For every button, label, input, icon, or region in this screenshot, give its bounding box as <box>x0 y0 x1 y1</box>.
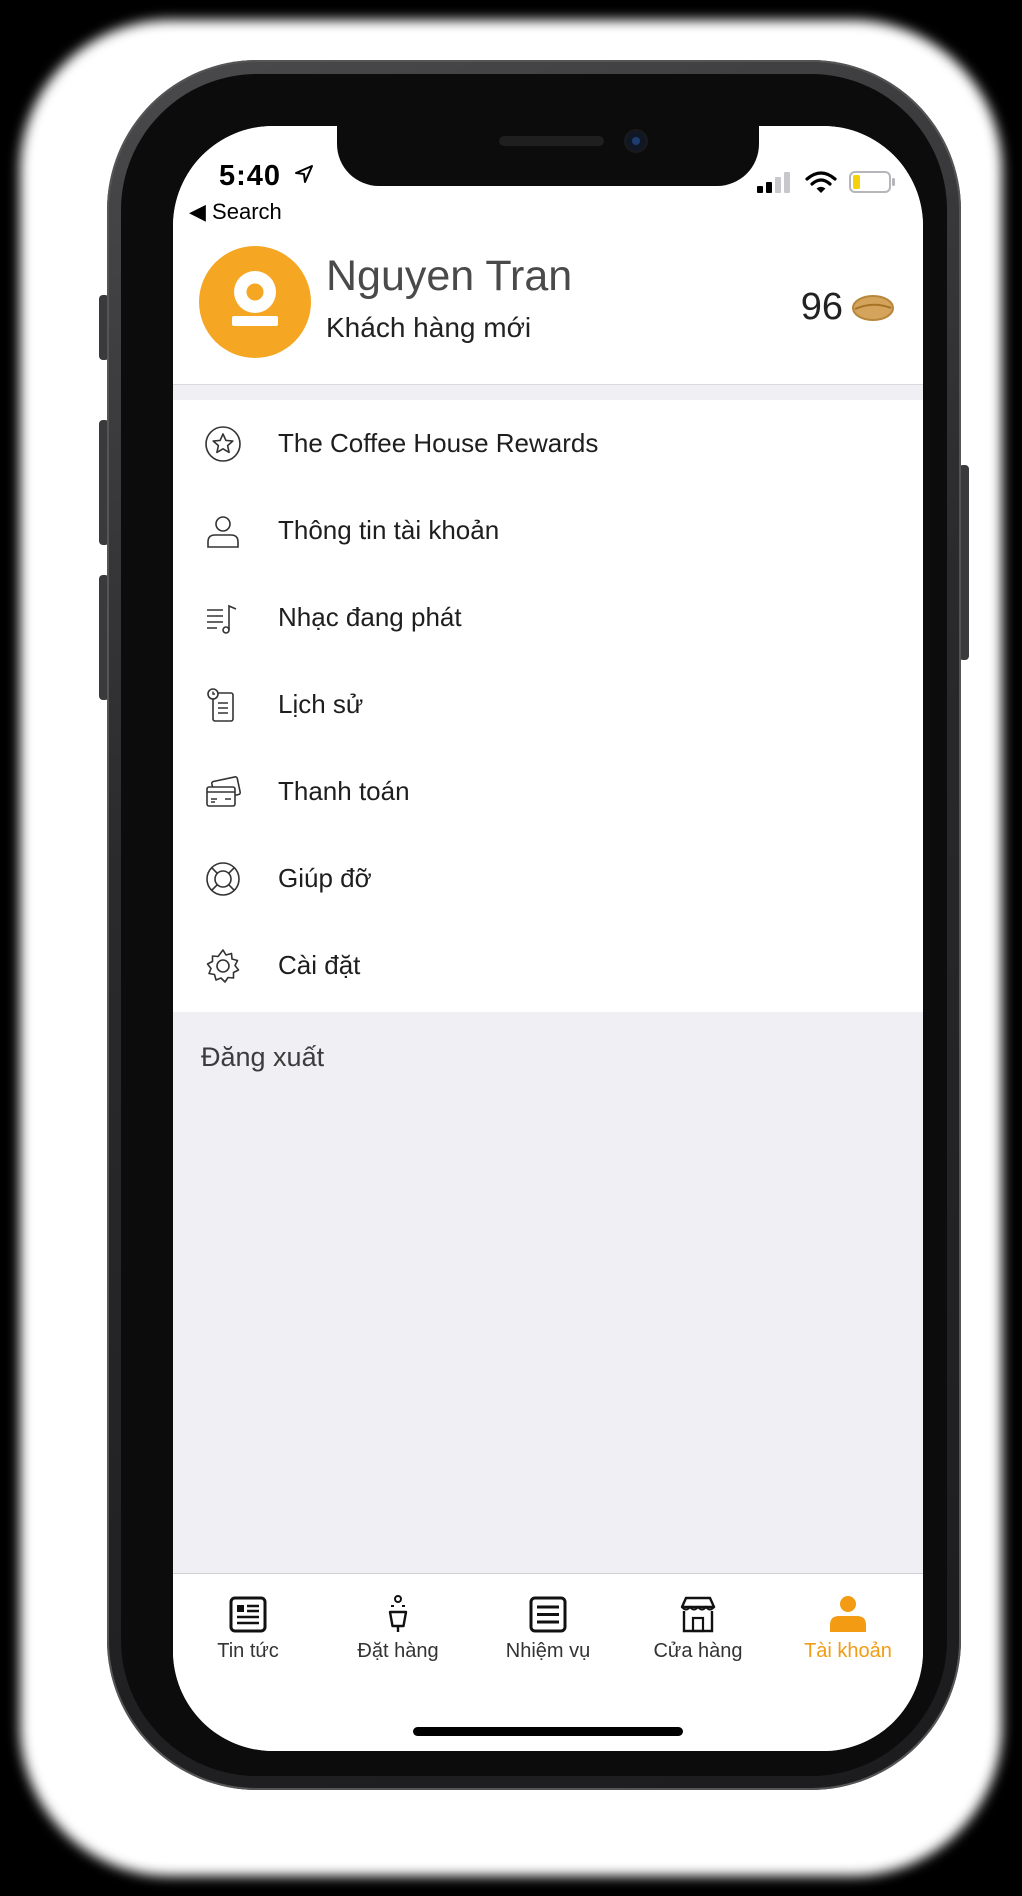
bean-balance[interactable]: 96 <box>801 286 895 329</box>
tab-account[interactable]: Tài khoản <box>773 1594 923 1674</box>
menu-item-label: The Coffee House Rewards <box>278 428 599 458</box>
gear-icon <box>206 948 240 983</box>
payment-card-icon <box>206 775 242 807</box>
menu-item-now-playing[interactable]: Nhạc đang phát <box>173 574 923 661</box>
battery-icon <box>849 171 895 193</box>
profile-name: Nguyen Tran <box>326 252 573 300</box>
wifi-icon <box>805 171 837 193</box>
coffee-bean-icon <box>852 294 894 321</box>
bean-count: 96 <box>800 286 843 328</box>
menu-item-help[interactable]: Giúp đỡ <box>173 835 923 922</box>
tab-label: Cửa hàng <box>653 1640 743 1662</box>
front-camera <box>626 131 646 151</box>
tasks-icon <box>529 1596 567 1633</box>
menu-item-label: Cài đặt <box>278 950 361 980</box>
star-circle-icon <box>205 425 241 462</box>
home-indicator[interactable] <box>413 1727 683 1736</box>
cellular-signal-icon <box>757 172 790 193</box>
store-icon <box>680 1596 716 1633</box>
status-indicators <box>757 170 897 194</box>
tab-label: Đặt hàng <box>357 1640 439 1662</box>
menu-item-account-info[interactable]: Thông tin tài khoản <box>173 487 923 574</box>
avatar-placeholder-icon <box>232 271 278 326</box>
menu-item-settings[interactable]: Cài đặt <box>173 922 923 1009</box>
tab-news[interactable]: Tin tức <box>173 1594 323 1674</box>
tab-label: Tài khoản <box>804 1640 892 1662</box>
logout-button[interactable]: Đăng xuất <box>201 1042 324 1073</box>
tab-label: Nhiệm vụ <box>505 1640 591 1662</box>
user-icon <box>207 515 239 548</box>
back-triangle-icon: ◀ <box>189 199 206 224</box>
membership-tier: Khách hàng mới <box>326 312 532 343</box>
tab-label: Tin tức <box>217 1640 279 1662</box>
menu-item-label: Thanh toán <box>278 776 410 806</box>
music-list-icon <box>207 604 237 634</box>
camera-notch <box>337 126 759 186</box>
menu-item-label: Thông tin tài khoản <box>278 515 500 545</box>
menu-item-label: Nhạc đang phát <box>278 602 462 632</box>
earpiece-speaker <box>499 136 604 146</box>
tab-order[interactable]: Đặt hàng <box>323 1594 473 1674</box>
menu-item-rewards[interactable]: The Coffee House Rewards <box>173 400 923 487</box>
history-icon <box>207 687 234 722</box>
account-icon <box>830 1596 866 1632</box>
tab-tasks[interactable]: Nhiệm vụ <box>473 1594 623 1674</box>
account-menu: The Coffee House Rewards Thông tin tài k… <box>173 400 923 1012</box>
phone-bezel: 5:40 ◀ Search Nguyen Tran Khách hàng mới… <box>121 74 947 1776</box>
tab-store[interactable]: Cửa hàng <box>623 1594 773 1674</box>
back-to-search-link[interactable]: ◀ Search <box>189 199 282 225</box>
menu-item-label: Lịch sử <box>278 689 364 719</box>
back-label: Search <box>212 199 282 224</box>
order-icon <box>388 1595 408 1632</box>
bottom-tab-bar: Tin tức Đặt hàng Nhiệm vụ Cửa hàng Tài k… <box>173 1573 923 1751</box>
location-arrow-icon <box>295 165 313 183</box>
phone-frame: 5:40 ◀ Search Nguyen Tran Khách hàng mới… <box>107 60 961 1790</box>
menu-item-history[interactable]: Lịch sử <box>173 661 923 748</box>
menu-item-label: Giúp đỡ <box>278 863 372 893</box>
menu-item-payment[interactable]: Thanh toán <box>173 748 923 835</box>
app-screen: 5:40 ◀ Search Nguyen Tran Khách hàng mới… <box>173 126 923 1751</box>
lifebuoy-icon <box>206 861 240 896</box>
avatar[interactable] <box>199 246 311 358</box>
news-icon <box>229 1596 267 1633</box>
status-time: 5:40 <box>219 160 282 192</box>
